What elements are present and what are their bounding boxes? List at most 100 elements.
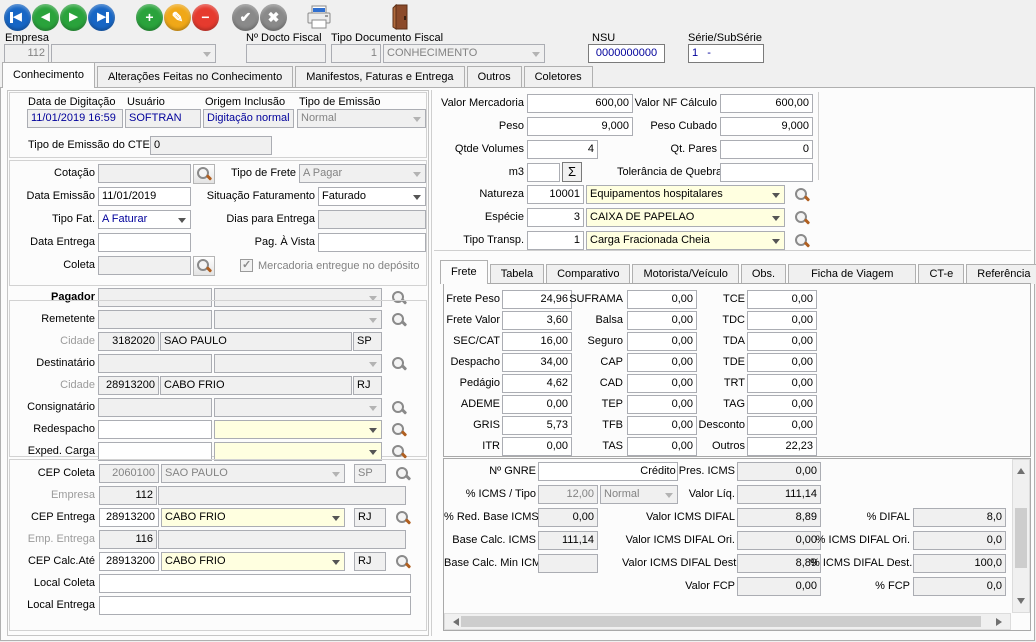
tab-coletores[interactable]: Coletores bbox=[524, 66, 593, 88]
field-valor-nf[interactable]: 600,00 bbox=[720, 94, 813, 113]
field-qtde-volumes[interactable]: 4 bbox=[527, 140, 598, 159]
search-cotacao-button[interactable] bbox=[193, 164, 215, 184]
dropdown-natureza[interactable]: Equipamentos hospitalares bbox=[586, 185, 785, 204]
subtab-comparativo[interactable]: Comparativo bbox=[546, 264, 630, 284]
label-pag-vista: Pag. À Vista bbox=[200, 236, 315, 249]
search-remetente-icon[interactable] bbox=[390, 311, 408, 329]
dropdown-situacao-faturamento[interactable]: Faturado bbox=[318, 187, 426, 206]
subtab-ficha-viagem[interactable]: Ficha de Viagem bbox=[788, 264, 916, 284]
subtab-motorista-veiculo[interactable]: Motorista/Veículo bbox=[632, 264, 738, 284]
label-peso-cubado: Peso Cubado bbox=[620, 120, 717, 133]
nav-first-button[interactable]: ◀ bbox=[4, 4, 31, 31]
scroll-up-icon[interactable] bbox=[1017, 464, 1025, 474]
field-cep-calc-code[interactable]: 28913200 bbox=[99, 552, 159, 571]
field-m3[interactable] bbox=[527, 163, 560, 182]
dropdown-cep-calc-name[interactable]: CABO FRIO bbox=[161, 552, 345, 571]
field-valor-mercadoria[interactable]: 600,00 bbox=[527, 94, 633, 113]
field-peso[interactable]: 9,000 bbox=[527, 117, 633, 136]
label-valor-difal-dest: Valor ICMS DIFAL Dest. bbox=[622, 557, 735, 570]
tab-outros[interactable]: Outros bbox=[467, 66, 522, 88]
dropdown-redespacho-name[interactable] bbox=[214, 420, 382, 439]
field-natureza-code[interactable]: 10001 bbox=[527, 185, 584, 204]
field-tde[interactable]: 0,00 bbox=[747, 353, 817, 372]
field-qt-pares[interactable]: 0 bbox=[720, 140, 813, 159]
field-tag[interactable]: 0,00 bbox=[747, 395, 817, 414]
field-tda[interactable]: 0,00 bbox=[747, 332, 817, 351]
confirm-button[interactable]: ✔ bbox=[232, 4, 259, 31]
field-cep-entrega-code[interactable]: 28913200 bbox=[99, 508, 159, 527]
scroll-right-icon[interactable] bbox=[996, 618, 1006, 626]
vertical-scrollbar[interactable] bbox=[1012, 459, 1030, 613]
field-remetente-code bbox=[98, 310, 212, 329]
field-data-emissao[interactable]: 11/01/2019 bbox=[98, 187, 191, 206]
search-destinatario-icon[interactable] bbox=[390, 355, 408, 373]
search-icon bbox=[195, 257, 213, 275]
field-tipo-transp-code[interactable]: 1 bbox=[527, 231, 584, 250]
sum-sigma-button[interactable]: Σ bbox=[562, 162, 582, 182]
field-pag-vista[interactable] bbox=[318, 233, 426, 252]
edit-record-button[interactable]: ✎ bbox=[164, 4, 191, 31]
field-redespacho-code[interactable] bbox=[98, 420, 212, 439]
horizontal-scrollbar[interactable] bbox=[444, 613, 1011, 630]
field-local-coleta[interactable] bbox=[99, 574, 411, 593]
search-cep-entrega-icon[interactable] bbox=[394, 509, 412, 527]
print-icon[interactable] bbox=[306, 5, 332, 33]
nav-previous-button[interactable]: ◀ bbox=[32, 4, 59, 31]
field-local-entrega[interactable] bbox=[99, 596, 411, 615]
label-remetente: Remetente bbox=[10, 313, 95, 326]
search-consignatario-icon[interactable] bbox=[390, 399, 408, 417]
search-tipo-transp-icon[interactable] bbox=[793, 232, 811, 250]
field-tce[interactable]: 0,00 bbox=[747, 290, 817, 309]
field-data-digitacao: 11/01/2019 16:59 bbox=[27, 109, 123, 128]
field-peso-cubado[interactable]: 9,000 bbox=[720, 117, 813, 136]
label-data-digitacao: Data de Digitação bbox=[28, 96, 115, 109]
nav-next-button[interactable]: ▶ bbox=[60, 4, 87, 31]
label-tipo-fat: Tipo Fat. bbox=[10, 213, 95, 226]
dropdown-remetente-name bbox=[214, 310, 382, 329]
vertical-scroll-thumb[interactable] bbox=[1015, 508, 1027, 568]
subtab-obs[interactable]: Obs. bbox=[741, 264, 786, 284]
subtab-frete[interactable]: Frete bbox=[440, 260, 488, 284]
dropdown-especie[interactable]: CAIXA DE PAPELAO bbox=[586, 208, 785, 227]
search-redespacho-icon[interactable] bbox=[390, 421, 408, 439]
field-trt[interactable]: 0,00 bbox=[747, 374, 817, 393]
dropdown-tipo-fat[interactable]: A Faturar bbox=[98, 210, 191, 229]
exit-door-icon[interactable] bbox=[392, 4, 410, 33]
tab-conhecimento[interactable]: Conhecimento bbox=[2, 62, 95, 88]
field-tdc[interactable]: 0,00 bbox=[747, 311, 817, 330]
field-outros[interactable]: 22,23 bbox=[747, 437, 817, 456]
field-serie-subserie: 1 - bbox=[688, 44, 764, 63]
subtab-tabela[interactable]: Tabela bbox=[490, 264, 544, 284]
field-data-entrega[interactable] bbox=[98, 233, 191, 252]
field-cidade-destinatario-uf: RJ bbox=[353, 376, 382, 395]
label-cidade-destinatario: Cidade bbox=[10, 379, 95, 392]
label-icms-tipo: % ICMS / Tipo bbox=[444, 488, 536, 501]
search-coleta-button[interactable] bbox=[193, 256, 215, 276]
label-outros: Outros bbox=[683, 440, 745, 453]
dropdown-tipo-transp[interactable]: Carga Fracionada Cheia bbox=[586, 231, 785, 250]
field-especie-code[interactable]: 3 bbox=[527, 208, 584, 227]
field-tolerancia[interactable] bbox=[720, 163, 813, 182]
label-natureza: Natureza bbox=[436, 188, 524, 201]
label-dias-entrega: Dias para Entrega bbox=[200, 213, 315, 226]
tab-manifestos[interactable]: Manifestos, Faturas e Entrega bbox=[295, 66, 464, 88]
add-record-button[interactable]: + bbox=[136, 4, 163, 31]
search-cep-calc-icon[interactable] bbox=[394, 553, 412, 571]
scroll-down-icon[interactable] bbox=[1017, 598, 1025, 608]
search-natureza-icon[interactable] bbox=[793, 186, 811, 204]
checkbox-mercadoria-deposito[interactable] bbox=[240, 259, 253, 272]
search-especie-icon[interactable] bbox=[793, 209, 811, 227]
label-especie: Espécie bbox=[436, 211, 524, 224]
cancel-button[interactable]: ✖ bbox=[260, 4, 287, 31]
label-local-coleta: Local Coleta bbox=[10, 577, 95, 590]
horizontal-scroll-thumb[interactable] bbox=[461, 616, 981, 627]
dropdown-cep-entrega-name[interactable]: CABO FRIO bbox=[161, 508, 345, 527]
tab-alteracoes[interactable]: Alterações Feitas no Conhecimento bbox=[97, 66, 293, 88]
subtab-cte[interactable]: CT-e bbox=[918, 264, 964, 284]
subtab-referencia[interactable]: Referência bbox=[966, 264, 1036, 284]
field-desconto[interactable]: 0,00 bbox=[747, 416, 817, 435]
search-cep-coleta-icon[interactable] bbox=[394, 465, 412, 483]
nav-last-button[interactable]: ▶ bbox=[88, 4, 115, 31]
delete-record-button[interactable]: − bbox=[192, 4, 219, 31]
scroll-left-icon[interactable] bbox=[449, 618, 459, 626]
